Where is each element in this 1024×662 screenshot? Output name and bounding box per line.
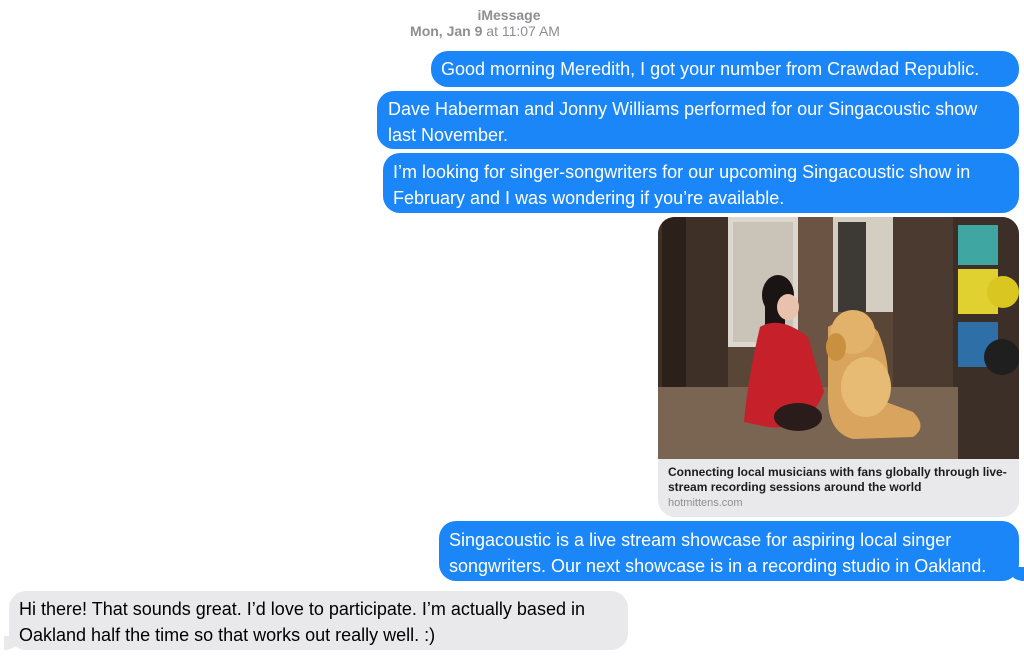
message-bubble-outgoing[interactable]: Dave Haberman and Jonny Williams perform…: [377, 91, 1019, 149]
photo-woman-with-golden-retriever-icon: [658, 217, 1019, 459]
timestamp: Mon, Jan 9 at 11:07 AM: [0, 23, 997, 39]
service-label: iMessage: [477, 7, 541, 23]
link-preview-title: Connecting local musicians with fans glo…: [668, 465, 1007, 494]
message-bubble-outgoing[interactable]: Good morning Meredith, I got your number…: [431, 51, 1019, 87]
timestamp-time: at 11:07 AM: [482, 23, 560, 39]
link-preview-card[interactable]: Connecting local musicians with fans glo…: [658, 217, 1019, 517]
message-bubble-incoming[interactable]: Hi there! That sounds great. I’d love to…: [4, 591, 628, 650]
link-preview-site: hotmittens.com: [668, 497, 743, 509]
message-bubble-outgoing[interactable]: I’m looking for singer-songwriters for o…: [383, 153, 1019, 213]
message-bubble-outgoing[interactable]: Singacoustic is a live stream showcase f…: [439, 521, 1024, 581]
timestamp-day: Mon, Jan 9: [410, 23, 483, 39]
